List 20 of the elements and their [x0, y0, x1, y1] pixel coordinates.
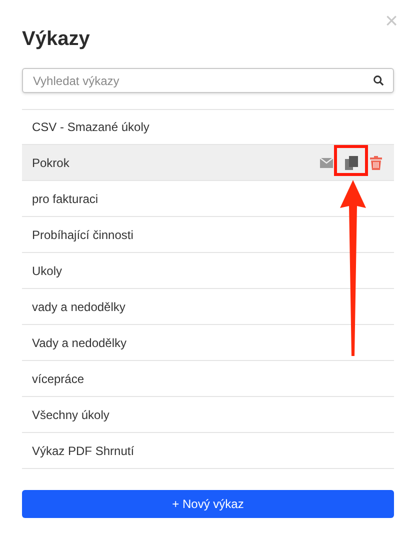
search-field[interactable]: Vyhledat výkazy [22, 68, 394, 93]
trash-icon[interactable] [370, 156, 382, 170]
dialog-title: Výkazy [22, 27, 90, 52]
report-name: Vady a nedodělky [32, 334, 128, 352]
report-row[interactable]: Pokrok [22, 145, 394, 181]
report-name: Pokrok [32, 154, 70, 172]
report-name: Ukoly [32, 262, 64, 280]
report-name: vícepráce [32, 370, 86, 388]
report-name: CSV - Smazané úkoly [32, 119, 150, 136]
new-report-button[interactable]: + Nový výkaz [22, 490, 394, 518]
report-name: Probíhající činnosti [32, 226, 134, 244]
report-name: Výkaz PDF Shrnutí [32, 442, 136, 460]
email-icon[interactable] [320, 158, 333, 168]
report-name: pro fakturaci [32, 190, 100, 208]
search-icon [373, 75, 384, 86]
report-row[interactable]: CSV - Smazané úkoly [22, 109, 394, 145]
report-name: vady a nedodělky [32, 298, 126, 316]
copy-icon[interactable] [345, 156, 358, 170]
report-name: Všechny úkoly [32, 406, 110, 424]
highlight-box [334, 145, 368, 176]
